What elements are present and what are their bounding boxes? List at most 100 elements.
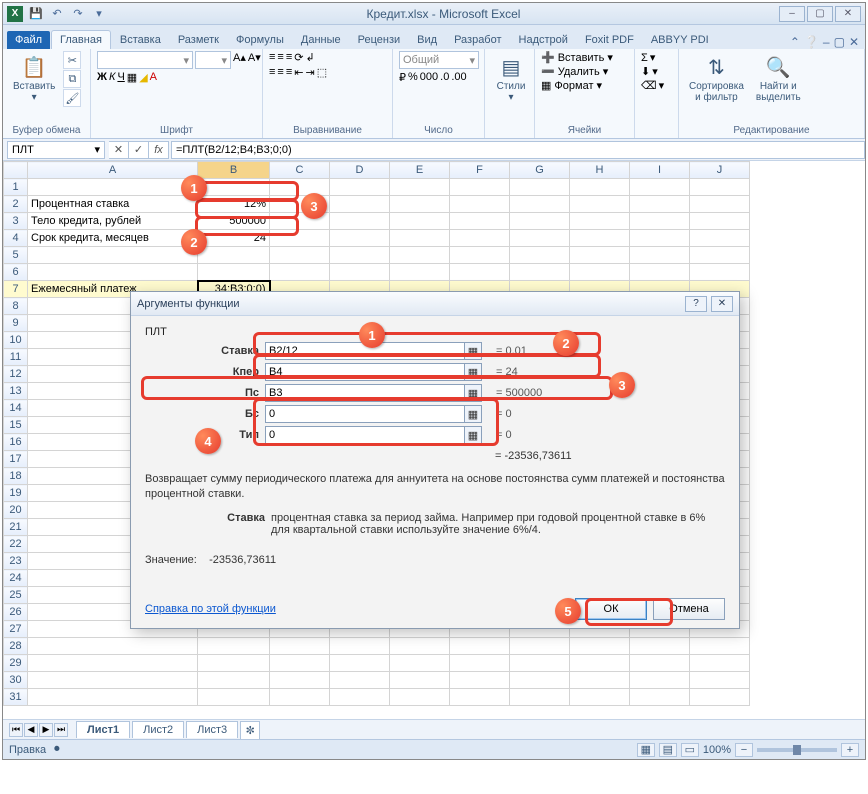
cell[interactable] [28, 179, 198, 196]
cell[interactable] [28, 689, 198, 706]
tab-review[interactable]: Рецензи [350, 31, 409, 49]
cell[interactable] [330, 247, 390, 264]
maximize-button[interactable]: ▢ [807, 6, 833, 22]
column-header[interactable]: E [390, 162, 450, 179]
cell[interactable] [450, 655, 510, 672]
percent-icon[interactable]: % [408, 71, 418, 84]
wrap-text-icon[interactable]: ↲ [305, 51, 314, 64]
fill-color-icon[interactable]: ◢ [139, 71, 147, 84]
cell[interactable] [198, 179, 270, 196]
indent-inc-icon[interactable]: ⇥ [305, 66, 314, 79]
cell[interactable] [690, 247, 750, 264]
range-picker-icon[interactable]: ▦ [464, 405, 482, 423]
cell[interactable] [270, 213, 330, 230]
align-mid-icon[interactable]: ≡ [277, 51, 283, 64]
row-header[interactable]: 2 [4, 196, 28, 213]
tab-foxit[interactable]: Foxit PDF [577, 31, 642, 49]
cell[interactable] [510, 689, 570, 706]
row-header[interactable]: 10 [4, 332, 28, 349]
border-icon[interactable]: ▦ [127, 71, 137, 84]
sheet-tab-3[interactable]: Лист3 [186, 721, 238, 738]
row-header[interactable]: 13 [4, 383, 28, 400]
cell[interactable] [28, 672, 198, 689]
cell[interactable]: 24 [198, 230, 270, 247]
shrink-font-icon[interactable]: A▾ [248, 51, 261, 69]
cell[interactable] [570, 655, 630, 672]
row-header[interactable]: 19 [4, 485, 28, 502]
cell[interactable] [330, 213, 390, 230]
comma-icon[interactable]: 000 [420, 71, 438, 84]
orientation-icon[interactable]: ⟳ [294, 51, 303, 64]
cell[interactable] [510, 247, 570, 264]
column-header[interactable]: D [330, 162, 390, 179]
cell[interactable]: Процентная ставка [28, 196, 198, 213]
range-picker-icon[interactable]: ▦ [464, 363, 482, 381]
cell[interactable] [570, 672, 630, 689]
align-bot-icon[interactable]: ≡ [286, 51, 292, 64]
cell[interactable] [390, 672, 450, 689]
cell[interactable] [390, 638, 450, 655]
cell[interactable] [270, 264, 330, 281]
name-box[interactable]: ПЛТ ▾ [7, 141, 105, 159]
cell[interactable] [450, 179, 510, 196]
tab-formulas[interactable]: Формулы [228, 31, 292, 49]
column-header[interactable]: J [690, 162, 750, 179]
range-picker-icon[interactable]: ▦ [464, 342, 482, 360]
zoom-out-button[interactable]: − [735, 743, 753, 757]
spreadsheet-grid[interactable]: ABCDEFGHIJ12Процентная ставка12%3Тело кр… [3, 161, 865, 719]
row-header[interactable]: 18 [4, 468, 28, 485]
row-header[interactable]: 26 [4, 604, 28, 621]
tab-data[interactable]: Данные [293, 31, 349, 49]
row-header[interactable]: 12 [4, 366, 28, 383]
sheet-nav-next-icon[interactable]: ▶ [39, 723, 53, 737]
row-header[interactable]: 29 [4, 655, 28, 672]
column-header[interactable]: B [198, 162, 270, 179]
row-header[interactable]: 4 [4, 230, 28, 247]
cell[interactable] [510, 179, 570, 196]
arg-input-fv[interactable] [265, 405, 465, 423]
cell[interactable] [570, 247, 630, 264]
italic-icon[interactable]: К [109, 71, 115, 84]
inc-dec-icon[interactable]: .0 [440, 71, 449, 84]
cell[interactable]: 12% [198, 196, 270, 213]
cancel-edit-button[interactable]: ✕ [109, 141, 129, 159]
cell[interactable] [630, 179, 690, 196]
cell[interactable] [630, 638, 690, 655]
qat-dropdown-icon[interactable]: ▾ [90, 6, 108, 22]
arg-input-nper[interactable] [265, 363, 465, 381]
arg-input-rate[interactable] [265, 342, 465, 360]
cell[interactable] [450, 689, 510, 706]
sheet-nav-last-icon[interactable]: ⏭ [54, 723, 68, 737]
merge-icon[interactable]: ⬚ [317, 66, 327, 79]
cell[interactable] [198, 264, 270, 281]
cell[interactable] [690, 230, 750, 247]
cell[interactable] [390, 655, 450, 672]
column-header[interactable]: F [450, 162, 510, 179]
column-header[interactable]: I [630, 162, 690, 179]
cell[interactable] [270, 179, 330, 196]
macro-record-icon[interactable]: ⏺ [54, 743, 60, 756]
cell[interactable] [630, 213, 690, 230]
cell[interactable] [570, 638, 630, 655]
cell[interactable] [330, 264, 390, 281]
cell[interactable] [198, 638, 270, 655]
cell[interactable] [270, 196, 330, 213]
row-header[interactable]: 8 [4, 298, 28, 315]
cell[interactable] [630, 196, 690, 213]
cell[interactable] [198, 672, 270, 689]
column-header[interactable]: G [510, 162, 570, 179]
formula-input[interactable]: =ПЛТ(B2/12;B4;B3;0;0) [171, 141, 865, 159]
cell[interactable] [630, 689, 690, 706]
row-header[interactable]: 27 [4, 621, 28, 638]
cell[interactable] [510, 230, 570, 247]
dialog-close-button[interactable]: ✕ [711, 296, 733, 312]
tab-file[interactable]: Файл [7, 31, 50, 49]
tab-addins[interactable]: Надстрой [511, 31, 576, 49]
align-top-icon[interactable]: ≡ [269, 51, 275, 64]
cell[interactable] [570, 196, 630, 213]
font-color-icon[interactable]: A [150, 71, 157, 84]
cell[interactable] [198, 655, 270, 672]
font-size-combo[interactable]: ▾ [195, 51, 231, 69]
cell[interactable] [28, 264, 198, 281]
cell[interactable] [330, 230, 390, 247]
